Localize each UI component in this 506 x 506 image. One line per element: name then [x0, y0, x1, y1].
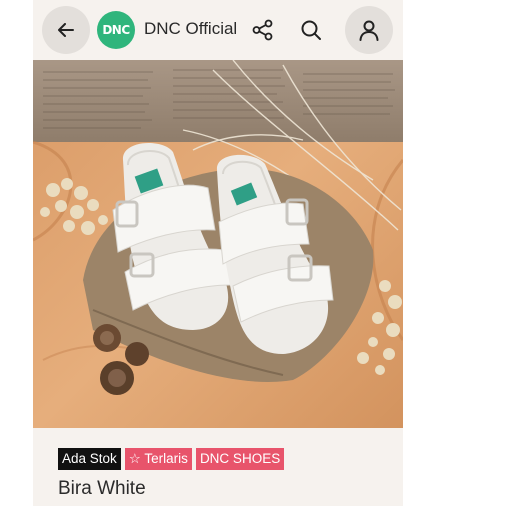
product-photo-illustration — [33, 60, 403, 428]
best-seller-badge: ☆ Terlaris — [124, 448, 192, 470]
store-logo[interactable]: DNC — [97, 11, 135, 49]
profile-button[interactable] — [345, 6, 393, 54]
search-button[interactable] — [295, 14, 327, 46]
store-logo-text: DNC — [102, 23, 130, 37]
product-page: DNC DNC Official Ada Stok ☆ Terlaris DNC… — [33, 0, 403, 506]
best-seller-label: Terlaris — [144, 451, 188, 466]
product-photo[interactable] — [33, 60, 403, 428]
product-badges: Ada Stok ☆ Terlaris DNC SHOES — [58, 448, 285, 470]
store-name[interactable]: DNC Official — [144, 19, 237, 39]
product-title: Bira White — [58, 478, 146, 499]
top-bar: DNC DNC Official — [33, 0, 403, 60]
star-outline-icon: ☆ — [128, 451, 141, 466]
stock-badge: Ada Stok — [58, 448, 121, 470]
user-icon — [359, 20, 379, 41]
share-button[interactable] — [247, 14, 279, 46]
search-icon — [301, 20, 321, 40]
share-icon — [252, 19, 273, 41]
arrow-left-icon — [58, 23, 74, 37]
brand-badge: DNC SHOES — [195, 448, 285, 470]
back-button[interactable] — [42, 6, 90, 54]
